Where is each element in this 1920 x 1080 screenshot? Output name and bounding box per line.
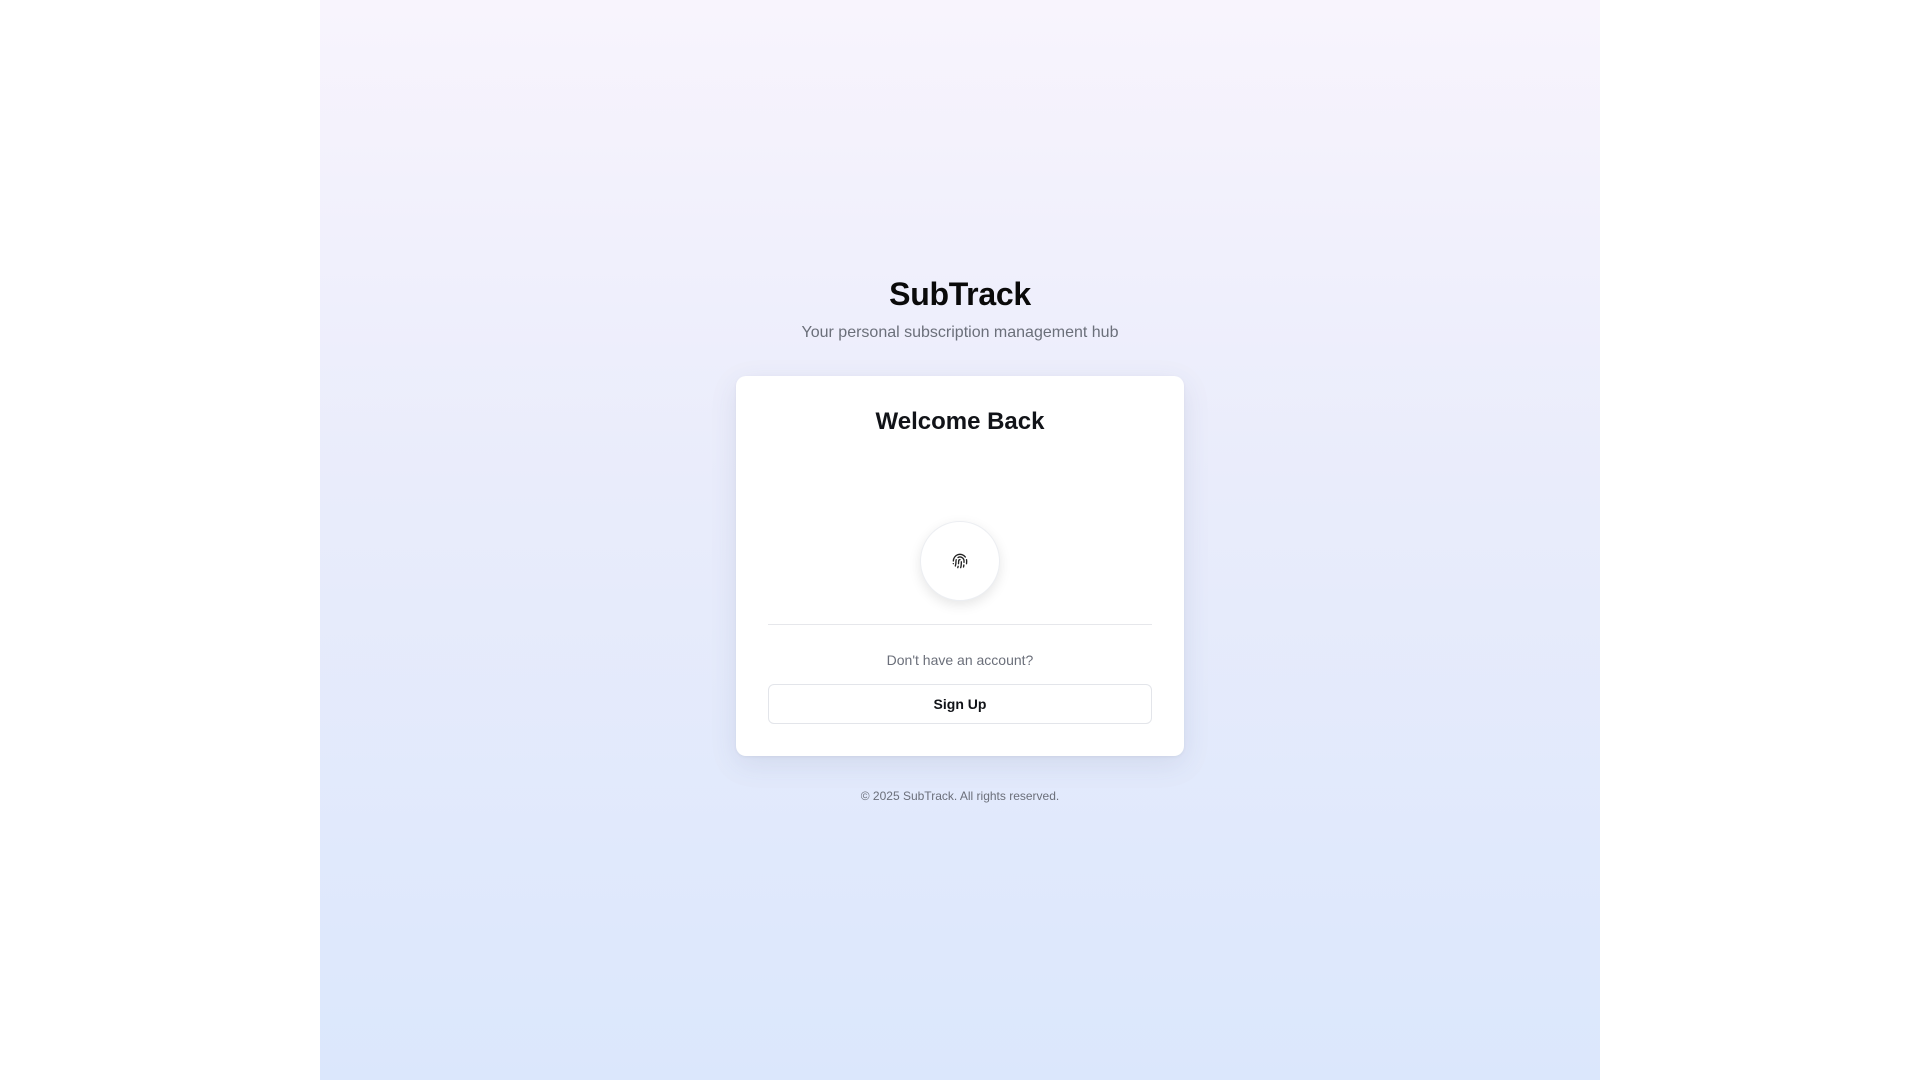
app-subtitle: Your personal subscription management hu… — [801, 324, 1119, 341]
login-page: SubTrack Your personal subscription mana… — [320, 0, 1600, 1080]
footer-copyright: © 2025 SubTrack. All rights reserved. — [860, 789, 1060, 803]
card-title: Welcome Back — [875, 408, 1045, 435]
signup-prompt: Don't have an account? — [886, 652, 1034, 668]
app-title: SubTrack — [889, 276, 1031, 312]
sign-up-button[interactable]: Sign Up — [768, 684, 1152, 724]
divider — [768, 624, 1152, 625]
fingerprint-login-button[interactable] — [920, 521, 1000, 601]
fingerprint-icon — [952, 553, 968, 569]
login-card: Welcome Back Don't have an account? Sign… — [736, 376, 1184, 756]
brand-header: SubTrack Your personal subscription mana… — [320, 272, 1600, 344]
